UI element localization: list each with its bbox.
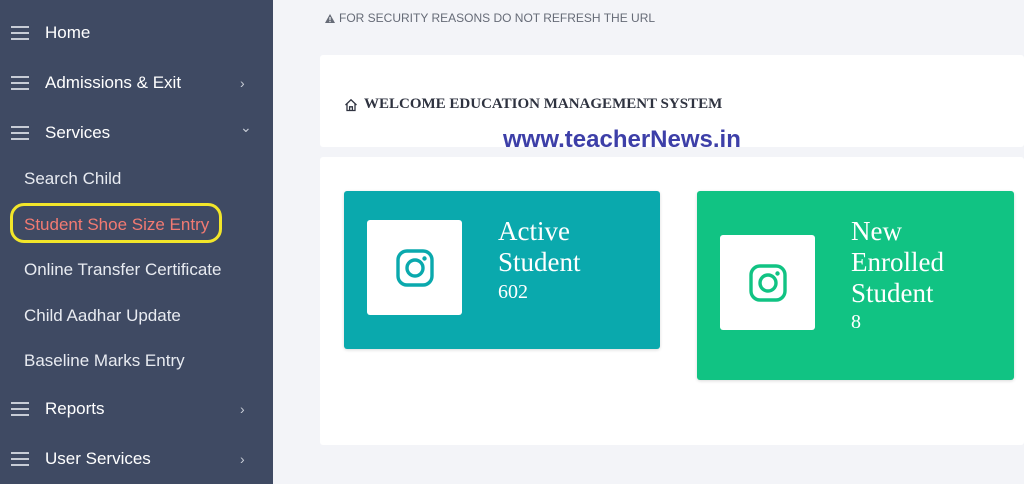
- icon-box: [720, 235, 815, 330]
- active-student-card[interactable]: Active Student 602: [344, 191, 660, 349]
- security-note-text: FOR SECURITY REASONS DO NOT REFRESH THE …: [339, 11, 656, 25]
- stat-value: 602: [498, 281, 528, 303]
- new-enrolled-student-card[interactable]: New Enrolled Student 8: [697, 191, 1014, 380]
- sidebar-subitem-student-shoe-size-entry[interactable]: Student Shoe Size Entry: [24, 215, 209, 235]
- chevron-down-icon: ⌄: [240, 119, 252, 135]
- menu-icon: [11, 402, 29, 416]
- sidebar-item-reports[interactable]: Reports ›: [0, 389, 273, 429]
- stat-label-line: Student: [498, 247, 581, 277]
- welcome-title-text: WELCOME EDUCATION MANAGEMENT SYSTEM: [364, 96, 723, 112]
- page-title: WELCOME EDUCATION MANAGEMENT SYSTEM: [344, 96, 722, 113]
- sidebar-item-user-services[interactable]: User Services ›: [0, 439, 273, 479]
- stat-label-line: Active: [498, 216, 570, 246]
- chevron-right-icon: ›: [240, 75, 245, 91]
- watermark-text: www.teacherNews.in: [503, 126, 741, 153]
- stat-label-line: Student: [851, 278, 934, 308]
- home-icon: [345, 98, 357, 111]
- stat-label: Active Student: [498, 216, 581, 278]
- stat-label-line: Enrolled: [851, 247, 944, 277]
- chevron-right-icon: ›: [240, 451, 245, 467]
- warning-icon: [325, 13, 335, 23]
- menu-icon: [11, 26, 29, 40]
- menu-icon: [11, 452, 29, 466]
- chevron-right-icon: ›: [240, 401, 245, 417]
- sidebar-item-label: Home: [45, 23, 91, 42]
- sidebar: Home Admissions & Exit › Services ⌄ Sear…: [0, 0, 273, 484]
- sidebar-item-label: Admissions & Exit: [45, 73, 182, 92]
- sidebar-subitem-baseline-marks-entry[interactable]: Baseline Marks Entry: [24, 351, 185, 371]
- icon-box: [367, 220, 462, 315]
- sidebar-item-label: Services: [45, 123, 111, 142]
- sidebar-item-services[interactable]: Services ⌄: [0, 113, 273, 153]
- sidebar-item-label: User Services: [45, 449, 151, 468]
- stat-label-line: New: [851, 216, 902, 246]
- sidebar-subitem-search-child[interactable]: Search Child: [24, 169, 121, 189]
- sidebar-item-label: Reports: [45, 399, 105, 418]
- sidebar-subitem-online-transfer-certificate[interactable]: Online Transfer Certificate: [24, 260, 221, 280]
- stat-label: New Enrolled Student: [851, 216, 944, 309]
- sidebar-item-admissions-exit[interactable]: Admissions & Exit ›: [0, 63, 273, 103]
- sidebar-item-home[interactable]: Home: [0, 13, 273, 53]
- menu-icon: [11, 126, 29, 140]
- instagram-icon: [395, 248, 434, 287]
- security-note: FOR SECURITY REASONS DO NOT REFRESH THE …: [325, 11, 655, 25]
- stat-value: 8: [851, 311, 861, 333]
- menu-icon: [11, 76, 29, 90]
- sidebar-subitem-child-aadhar-update[interactable]: Child Aadhar Update: [24, 306, 181, 326]
- instagram-icon: [748, 263, 787, 302]
